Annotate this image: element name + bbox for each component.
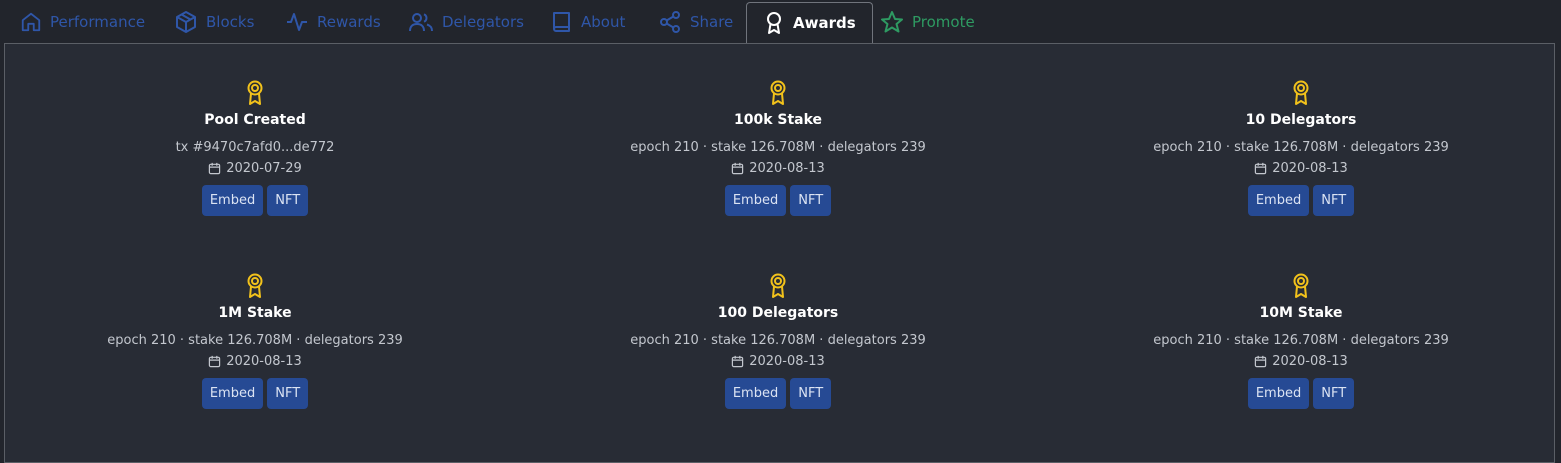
book-icon [553, 12, 570, 32]
award-date: 2020-08-13 [95, 354, 415, 369]
embed-button[interactable]: Embed [724, 185, 787, 216]
tab-label: Share [690, 13, 734, 31]
nft-button[interactable]: NFT [267, 185, 309, 216]
award-title: 100k Stake [733, 112, 823, 128]
tab-share[interactable]: Share [658, 2, 733, 42]
award-actions: Embed NFT [95, 185, 415, 216]
award-meta: epoch 210 · stake 126.708M · delegators … [630, 140, 926, 155]
home-icon [21, 12, 41, 32]
tab-label: Performance [50, 13, 146, 31]
award-date-text: 2020-08-13 [226, 354, 302, 369]
medal-icon [247, 273, 263, 298]
activity-icon [287, 13, 307, 31]
medal-icon [1293, 273, 1309, 298]
award-date: 2020-08-13 [1141, 354, 1461, 369]
award-date: 2020-07-29 [95, 161, 415, 176]
medal-icon [247, 80, 263, 105]
tab-label: Awards [793, 14, 856, 32]
award-card: 1M Stake epoch 210 · stake 126.708M · de… [95, 273, 415, 409]
cube-icon [176, 11, 196, 33]
award-actions: Embed NFT [618, 185, 938, 216]
tab-label: Promote [912, 13, 975, 31]
embed-button[interactable]: Embed [201, 378, 264, 409]
medal-icon [770, 80, 786, 105]
award-date: 2020-08-13 [1141, 161, 1461, 176]
award-actions: Embed NFT [1141, 378, 1461, 409]
award-date-text: 2020-08-13 [1272, 161, 1348, 176]
nft-button[interactable]: NFT [1313, 378, 1355, 409]
calendar-icon [209, 162, 221, 175]
award-date: 2020-08-13 [618, 161, 938, 176]
embed-button[interactable]: Embed [1247, 185, 1310, 216]
award-card: Pool Created tx #9470c7afd0...de772 2020… [95, 80, 415, 216]
nft-button[interactable]: NFT [1313, 185, 1355, 216]
award-actions: Embed NFT [95, 378, 415, 409]
tab-label: About [581, 13, 626, 31]
award-date-text: 2020-08-13 [749, 161, 825, 176]
calendar-icon [209, 355, 221, 368]
award-date-text: 2020-07-29 [226, 161, 302, 176]
embed-button[interactable]: Embed [201, 185, 264, 216]
award-meta: tx #9470c7afd0...de772 [175, 140, 335, 155]
nft-button[interactable]: NFT [790, 378, 832, 409]
award-title: 100 Delegators [717, 305, 839, 321]
tab-rewards[interactable]: Rewards [285, 2, 381, 42]
tab-bar: Performance Blocks Rewards Delegators Ab… [0, 0, 1561, 44]
award-meta: epoch 210 · stake 126.708M · delegators … [1153, 140, 1449, 155]
tab-label: Rewards [317, 13, 381, 31]
embed-button[interactable]: Embed [1247, 378, 1310, 409]
award-actions: Embed NFT [1141, 185, 1461, 216]
star-icon [881, 11, 903, 33]
tab-performance[interactable]: Performance [20, 2, 145, 42]
award-date: 2020-08-13 [618, 354, 938, 369]
award-card: 10M Stake epoch 210 · stake 126.708M · d… [1141, 273, 1461, 409]
award-meta: epoch 210 · stake 126.708M · delegators … [630, 333, 926, 348]
award-card: 10 Delegators epoch 210 · stake 126.708M… [1141, 80, 1461, 216]
tab-delegators[interactable]: Delegators [408, 2, 524, 42]
award-title: 1M Stake [218, 305, 292, 321]
calendar-icon [1255, 162, 1267, 175]
award-card: 100 Delegators epoch 210 · stake 126.708… [618, 273, 938, 409]
share-icon [660, 11, 680, 33]
embed-button[interactable]: Embed [724, 378, 787, 409]
award-card: 100k Stake epoch 210 · stake 126.708M · … [618, 80, 938, 216]
nft-button[interactable]: NFT [790, 185, 832, 216]
users-icon [409, 13, 433, 32]
medal-icon [1293, 80, 1309, 105]
nft-button[interactable]: NFT [267, 378, 309, 409]
award-title: 10M Stake [1259, 305, 1343, 321]
tab-label: Delegators [442, 13, 524, 31]
award-actions: Embed NFT [618, 378, 938, 409]
award-date-text: 2020-08-13 [1272, 354, 1348, 369]
award-icon [767, 12, 781, 34]
tab-promote[interactable]: Promote [880, 2, 975, 42]
award-meta: epoch 210 · stake 126.708M · delegators … [107, 333, 403, 348]
tab-blocks[interactable]: Blocks [174, 2, 254, 42]
award-title: 10 Delegators [1245, 112, 1357, 128]
award-meta: epoch 210 · stake 126.708M · delegators … [1153, 333, 1449, 348]
calendar-icon [1255, 355, 1267, 368]
tab-label: Blocks [206, 13, 255, 31]
calendar-icon [732, 162, 744, 175]
medal-icon [770, 273, 786, 298]
tab-about[interactable]: About [551, 2, 625, 42]
award-date-text: 2020-08-13 [749, 354, 825, 369]
tab-awards[interactable]: Awards [746, 2, 873, 43]
award-title: Pool Created [204, 112, 306, 128]
calendar-icon [732, 355, 744, 368]
